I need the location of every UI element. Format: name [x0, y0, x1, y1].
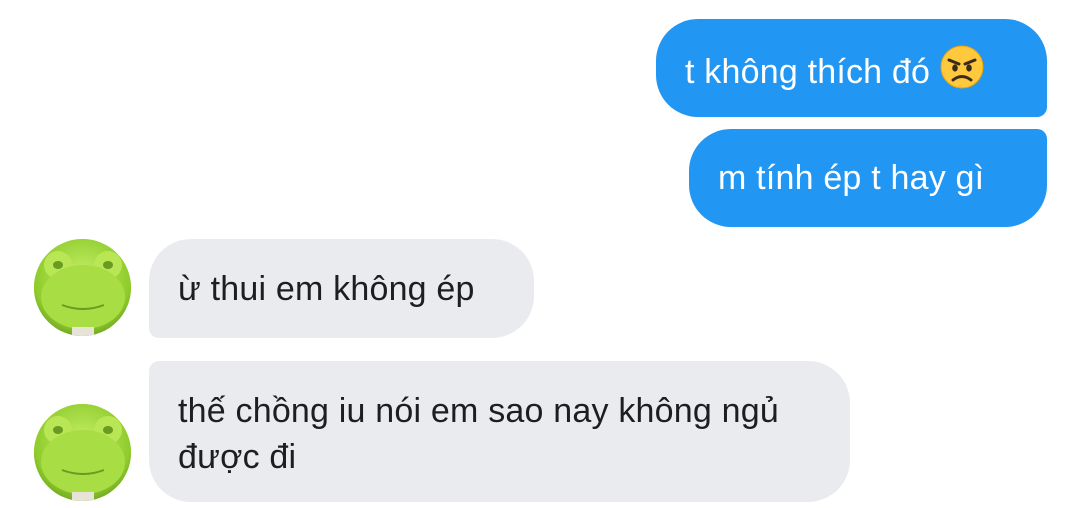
- outgoing-message-bubble[interactable]: m tính ép t hay gì: [689, 129, 1047, 227]
- message-text: t không thích đó: [685, 53, 931, 91]
- message-text: m tính ép t hay gì: [718, 159, 985, 197]
- outgoing-message-bubble[interactable]: t không thích đó: [656, 19, 1047, 117]
- message-text: thế chồng iu nói em sao nay không ngủ đư…: [178, 392, 779, 476]
- incoming-message-bubble[interactable]: ừ thui em không ép: [149, 239, 534, 338]
- message-text: ừ thui em không ép: [178, 270, 475, 308]
- incoming-message-bubble[interactable]: thế chồng iu nói em sao nay không ngủ đư…: [149, 361, 850, 502]
- contact-avatar[interactable]: [34, 239, 131, 336]
- contact-avatar[interactable]: [34, 404, 131, 501]
- frog-plush-avatar-icon: [34, 239, 131, 336]
- angry-face-icon: [940, 45, 984, 101]
- frog-plush-avatar-icon: [34, 404, 131, 501]
